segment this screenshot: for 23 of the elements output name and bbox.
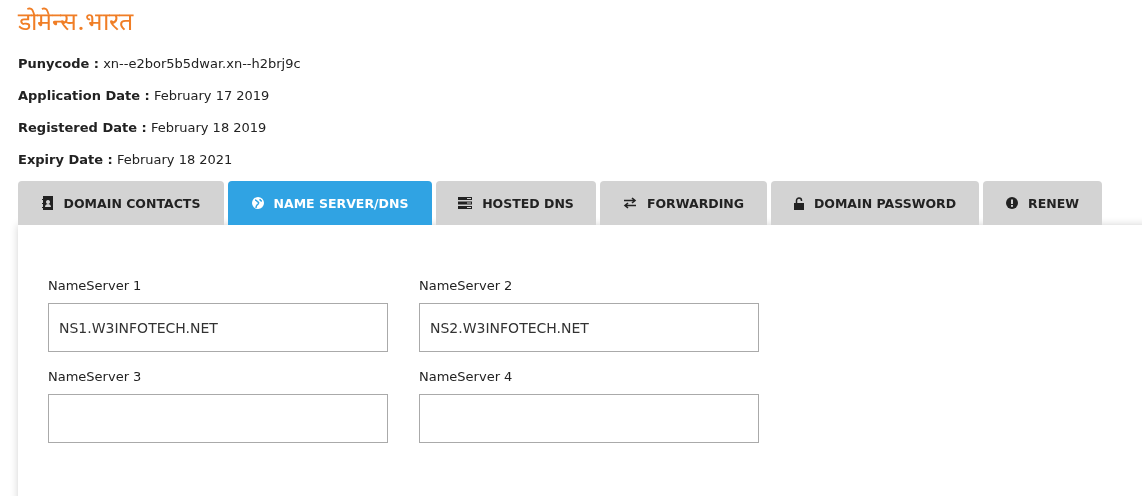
tab[interactable]: FORWARDING (600, 181, 767, 225)
nameserver-field[interactable] (419, 394, 759, 443)
field-label: NameServer 2 (419, 277, 513, 295)
domain-detail: Application Date : February 17 2019 (18, 87, 270, 105)
exclamation-icon (1006, 197, 1018, 209)
contact-book-icon (41, 196, 54, 210)
tab[interactable]: RENEW (983, 181, 1102, 225)
nameserver-field[interactable] (48, 394, 388, 443)
field-label: NameServer 1 (48, 277, 142, 295)
domain-detail: Punycode : xn--e2bor5b5dwar.xn--h2brj9c (18, 55, 301, 73)
swap-arrows-icon (622, 197, 637, 209)
domain-detail: Registered Date : February 18 2019 (18, 119, 267, 137)
field-label: NameServer 3 (48, 368, 142, 386)
tab[interactable]: HOSTED DNS (436, 181, 596, 225)
server-icon (458, 197, 473, 209)
padlock-icon (793, 196, 804, 210)
tab[interactable]: DOMAIN CONTACTS (18, 181, 224, 225)
nameserver-field[interactable]: NS1.W3INFOTECH.NET (48, 303, 388, 352)
tab[interactable]: DOMAIN PASSWORD (771, 181, 979, 225)
domain-title: डोमेन्स.भारत (18, 6, 133, 38)
domain-detail: Expiry Date : February 18 2021 (18, 151, 233, 169)
nameserver-field[interactable]: NS2.W3INFOTECH.NET (419, 303, 759, 352)
field-label: NameServer 4 (419, 368, 513, 386)
